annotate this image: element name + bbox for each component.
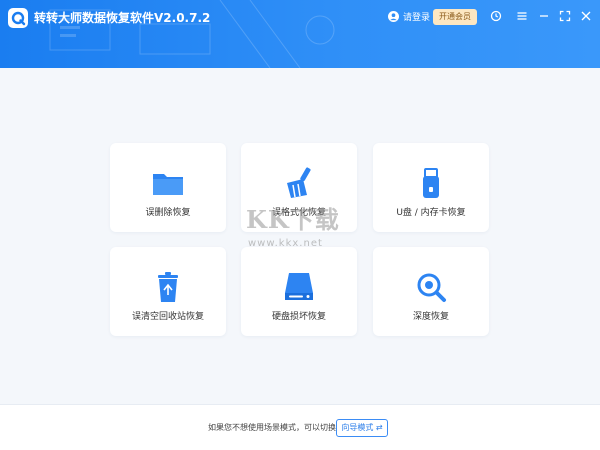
card-label: U盘 / 内存卡恢复 — [396, 208, 466, 218]
card-usb-recovery[interactable]: U盘 / 内存卡恢复 — [373, 143, 489, 232]
folder-icon — [153, 174, 183, 195]
guide-mode-label: 向导模式 — [341, 423, 374, 432]
login-label: 请登录 — [403, 13, 431, 23]
minimize-icon[interactable] — [538, 10, 550, 22]
guide-mode-button[interactable]: 向导模式 ⇄ — [336, 419, 388, 437]
history-icon[interactable] — [490, 10, 502, 22]
mode-switch-hint: 如果您不想使用场景模式，可以切换至 — [208, 423, 344, 432]
card-label: 误格式化恢复 — [271, 208, 326, 218]
broom-icon — [287, 167, 311, 198]
card-recycle-bin-recovery[interactable]: 误清空回收站恢复 — [110, 247, 226, 336]
usb-drive-icon — [423, 168, 439, 198]
login-link[interactable]: 请登录 — [388, 10, 430, 23]
card-label: 硬盘损坏恢复 — [271, 312, 326, 322]
deep-scan-icon — [417, 273, 446, 302]
hard-disk-icon — [285, 273, 313, 300]
card-label: 深度恢复 — [412, 312, 449, 322]
card-deleted-recovery[interactable]: 误删除恢复 — [110, 143, 226, 232]
card-deep-recovery[interactable]: 深度恢复 — [373, 247, 489, 336]
card-hard-disk-recovery[interactable]: 硬盘损坏恢复 — [241, 247, 357, 336]
card-format-recovery[interactable]: 误格式化恢复 — [241, 143, 357, 232]
user-icon — [388, 11, 399, 22]
card-label: 误清空回收站恢复 — [131, 312, 204, 322]
close-icon[interactable] — [580, 10, 592, 22]
card-label: 误删除恢复 — [145, 208, 191, 218]
app-logo-icon — [11, 11, 26, 26]
vip-button[interactable]: 开通会员 — [433, 9, 477, 25]
maximize-icon[interactable] — [559, 10, 571, 22]
switch-icon: ⇄ — [375, 423, 383, 432]
app-title: 转转大师数据恢复软件V2.0.7.2 — [34, 11, 211, 25]
title-bar: 转转大师数据恢复软件V2.0.7.2 请登录 开通会员 — [0, 0, 600, 68]
footer-bar: 如果您不想使用场景模式，可以切换至 向导模式 ⇄ — [0, 404, 600, 450]
menu-icon[interactable] — [516, 10, 528, 22]
app-logo — [8, 8, 28, 28]
recycle-bin-icon — [158, 272, 178, 302]
